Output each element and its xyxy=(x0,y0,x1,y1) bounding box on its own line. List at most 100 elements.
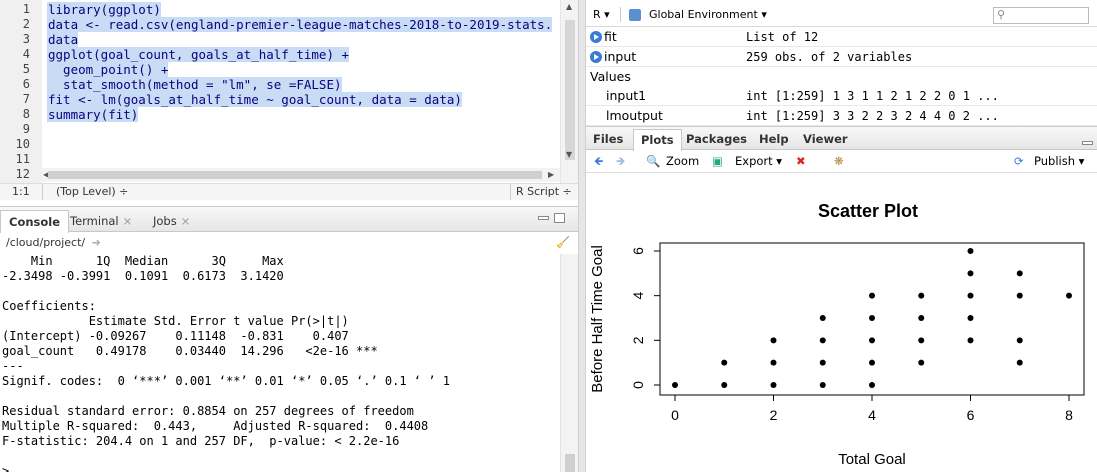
data-point xyxy=(1016,359,1023,366)
editor-hscroll-thumb[interactable] xyxy=(48,171,542,179)
code-line[interactable]: 3 data xyxy=(0,32,560,47)
data-point xyxy=(967,248,974,254)
console-tab-bar: Console Terminal × Jobs × xyxy=(0,206,578,233)
tab-viewer[interactable]: Viewer xyxy=(796,129,855,151)
code-line[interactable]: 5 geom_point() + xyxy=(0,62,560,77)
line-number: 2 xyxy=(22,17,30,31)
close-icon[interactable]: × xyxy=(181,214,191,228)
cursor-position: 1:1 xyxy=(12,185,30,198)
code-line[interactable]: 6 stat_smooth(method = "lm", se =FALSE) xyxy=(0,77,560,92)
environment-scope-selector[interactable]: Global Environment ▾ xyxy=(649,8,767,21)
code-line[interactable]: 2 data <- read.csv(england-premier-league… xyxy=(0,17,560,32)
code-line[interactable]: 10 xyxy=(0,137,560,152)
expand-icon[interactable] xyxy=(590,51,602,63)
data-point xyxy=(721,359,728,366)
data-point xyxy=(918,315,925,321)
code-line[interactable]: 9 xyxy=(0,122,560,137)
minimize-pane-icon[interactable] xyxy=(538,216,549,220)
data-point xyxy=(967,337,974,344)
editor-vscroll-thumb[interactable] xyxy=(565,20,575,160)
data-point xyxy=(869,315,875,321)
tab-terminal[interactable]: Terminal × xyxy=(62,210,140,233)
tab-plots[interactable]: Plots xyxy=(633,129,682,151)
close-icon[interactable]: × xyxy=(123,214,133,228)
code-text[interactable]: data <- read.csv(england-premier-league-… xyxy=(47,17,553,32)
x-axis-label: Total Goal xyxy=(838,451,906,468)
plots-tab-bar: Files Plots Packages Help Viewer xyxy=(586,126,1097,151)
clear-plots-icon[interactable]: ❋ xyxy=(834,150,844,172)
code-text[interactable]: fit <- lm(goals_at_half_time ~ goal_coun… xyxy=(47,92,462,107)
file-type-selector[interactable]: R Script ÷ xyxy=(516,184,572,200)
data-point xyxy=(770,337,777,344)
plots-toolbar: 🡸 🡺 🔍 Zoom ▣ Export ▾ ✖ ❋ ⟳ Publish ▾ xyxy=(586,150,1097,173)
console-output[interactable]: Min 1Q Median 3Q Max -2.3498 -0.3991 0.1… xyxy=(0,254,560,472)
scroll-up-icon[interactable]: ▲ xyxy=(566,2,572,11)
tab-help[interactable]: Help xyxy=(752,129,796,151)
tab-console[interactable]: Console xyxy=(0,210,70,233)
tab-files[interactable]: Files xyxy=(586,129,630,151)
export-button[interactable]: Export ▾ xyxy=(735,150,782,172)
y-tick-label: 4 xyxy=(630,292,646,300)
line-number: 8 xyxy=(22,107,30,121)
code-text[interactable]: data xyxy=(47,32,79,47)
code-line[interactable]: 7 fit <- lm(goals_at_half_time ~ goal_cou… xyxy=(0,92,560,107)
plot-viewer: Scatter Plot Total Goal Before Half Time G… xyxy=(586,173,1097,472)
clear-console-icon[interactable]: 🧹 xyxy=(556,233,570,253)
code-line[interactable]: 11 xyxy=(0,152,560,167)
tab-terminal-label: Terminal xyxy=(70,214,119,228)
go-to-directory-icon[interactable]: ➜ xyxy=(92,236,101,249)
y-axis-label: Before Half Time Goal xyxy=(589,245,606,393)
previous-plot-icon[interactable]: 🡸 xyxy=(594,150,603,172)
tab-packages[interactable]: Packages xyxy=(679,129,754,151)
data-point xyxy=(770,359,777,366)
scroll-down-icon[interactable]: ▼ xyxy=(566,150,572,159)
scroll-right-icon[interactable]: ▶ xyxy=(548,170,554,179)
env-row[interactable]: input 259 obs. of 2 variables xyxy=(586,47,1097,67)
next-plot-icon[interactable]: 🡺 xyxy=(616,150,625,172)
pane-splitter[interactable] xyxy=(578,0,586,472)
env-value-name: input1 xyxy=(606,88,647,103)
language-selector[interactable]: R ▾ xyxy=(593,8,610,21)
remove-plot-icon[interactable]: ✖ xyxy=(796,150,806,172)
data-point xyxy=(819,382,826,388)
line-number: 12 xyxy=(15,167,30,181)
line-number: 10 xyxy=(15,137,30,151)
code-text[interactable]: geom_point() + xyxy=(47,62,169,77)
code-text[interactable]: stat_smooth(method = "lm", se =FALSE) xyxy=(47,77,342,92)
editor-horizontal-scrollbar[interactable]: ◀ ▶ xyxy=(42,168,560,182)
console-scrollbar[interactable] xyxy=(560,254,578,472)
console-scroll-thumb[interactable] xyxy=(565,454,575,472)
data-point xyxy=(1016,337,1023,344)
code-line[interactable]: 4 ggplot(goal_count, goals_at_half_time) … xyxy=(0,47,560,62)
maximize-pane-icon[interactable] xyxy=(554,213,565,223)
data-point xyxy=(819,359,826,366)
env-row[interactable]: fit List of 12 xyxy=(586,27,1097,47)
data-point xyxy=(770,382,777,388)
zoom-button[interactable]: Zoom xyxy=(666,150,699,172)
env-value-row[interactable]: input1 int [1:259] 1 3 1 1 2 1 2 2 0 1 ..… xyxy=(586,86,1097,106)
editor-vertical-scrollbar[interactable]: ▲ ▼ xyxy=(560,0,578,183)
expand-icon[interactable] xyxy=(590,31,602,43)
code-line[interactable]: 1 library(ggplot) xyxy=(0,2,560,17)
minimize-pane-icon[interactable] xyxy=(1082,141,1093,145)
code-text[interactable]: summary(fit) xyxy=(47,107,139,122)
line-number: 4 xyxy=(22,47,30,61)
data-point xyxy=(869,382,875,388)
y-tick-label: 0 xyxy=(630,381,646,389)
code-text[interactable]: library(ggplot) xyxy=(47,2,161,17)
source-editor[interactable]: 1 library(ggplot) 2 data <- read.csv(englan… xyxy=(0,0,578,200)
environment-search-input[interactable]: ⚲ xyxy=(993,7,1089,24)
data-point xyxy=(869,359,875,366)
publish-icon: ⟳ xyxy=(1014,154,1024,168)
data-point xyxy=(1066,292,1072,299)
code-line[interactable]: 8 summary(fit) xyxy=(0,107,560,122)
env-value-row[interactable]: lmoutput int [1:259] 3 3 2 2 3 2 4 4 0 2 … xyxy=(586,106,1097,126)
data-point xyxy=(672,382,678,388)
scope-selector[interactable]: (Top Level) ÷ xyxy=(56,184,128,200)
code-text[interactable]: ggplot(goal_count, goals_at_half_time) + xyxy=(47,47,350,62)
code-lines[interactable]: 1 library(ggplot) 2 data <- read.csv(englan… xyxy=(0,2,560,182)
environment-icon xyxy=(629,9,641,21)
data-point xyxy=(918,359,925,366)
publish-button[interactable]: Publish ▾ xyxy=(1034,150,1084,172)
tab-jobs[interactable]: Jobs × xyxy=(145,210,198,233)
